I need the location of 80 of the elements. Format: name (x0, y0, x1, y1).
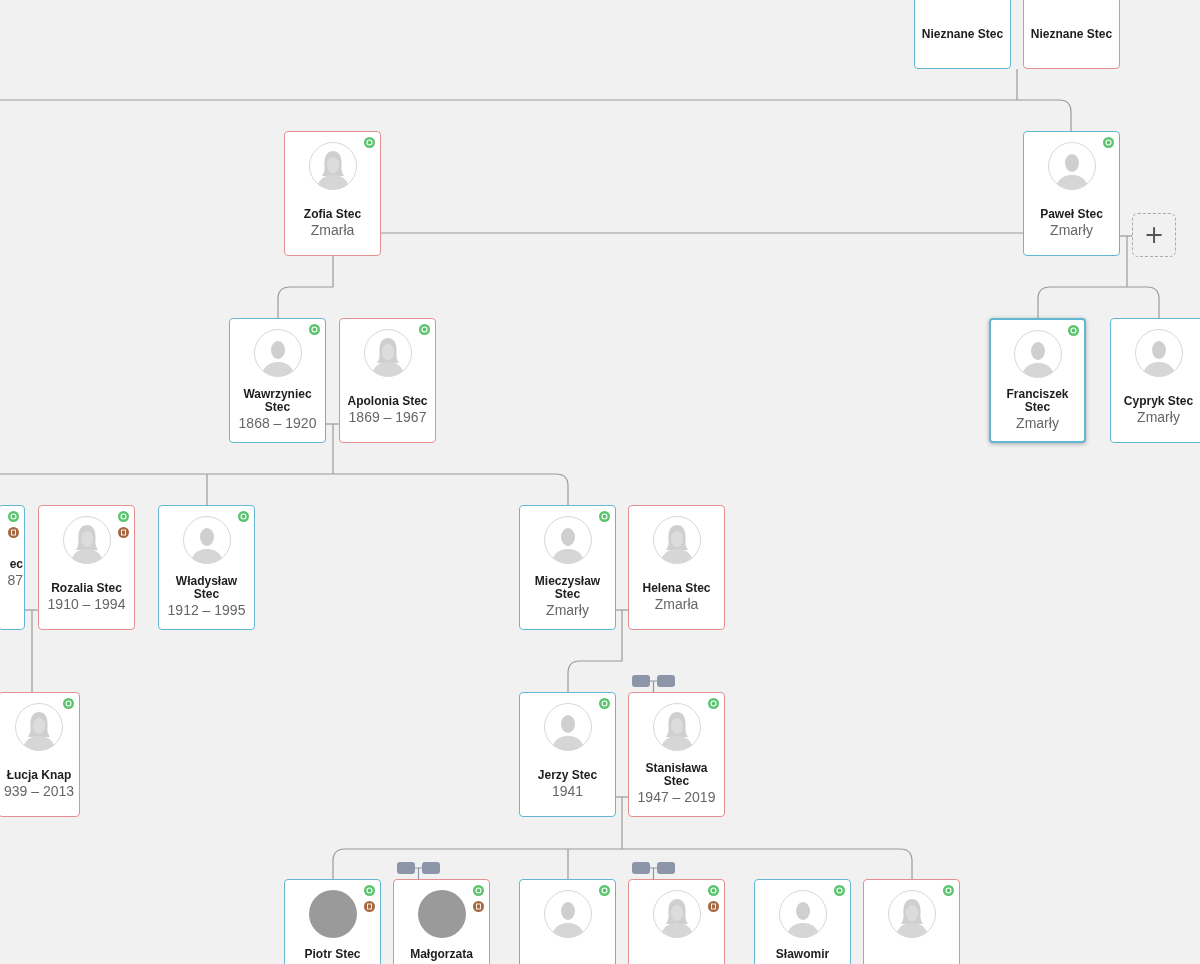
person-name: Nieznane Stec (921, 28, 1004, 41)
partner-link-icon[interactable] (397, 862, 440, 879)
sync-icon[interactable] (309, 324, 320, 335)
sync-icon[interactable] (364, 137, 375, 148)
person-card[interactable]: Apolonia Stec 1869 – 1967 (339, 318, 436, 443)
sync-icon[interactable] (599, 698, 610, 709)
connector-line (277, 255, 334, 319)
person-name: Stanisława Stec (644, 762, 709, 788)
life-dates: 87 (7, 571, 23, 588)
sync-icon[interactable] (943, 885, 954, 896)
person-name: Małgorzata (410, 948, 473, 961)
person-card[interactable]: Łucja Knap 939 – 2013 (0, 692, 80, 817)
person-name: Władysław Stec (174, 575, 239, 601)
person-name: Rozalia Stec (51, 581, 122, 595)
sync-icon[interactable] (1068, 325, 1079, 336)
life-dates: 939 – 2013 (3, 782, 75, 799)
document-icon[interactable] (364, 901, 375, 912)
person-card[interactable]: Helena Stec Zmarła (628, 505, 725, 630)
document-icon[interactable] (708, 901, 719, 912)
life-dates: Zmarła (310, 221, 355, 238)
partner-link-icon[interactable] (632, 862, 675, 879)
life-dates: 1910 – 1994 (47, 595, 126, 612)
document-icon[interactable] (118, 527, 129, 538)
person-name: Nieznane Stec (1030, 28, 1113, 41)
person-card[interactable]: Władysław Stec 1912 – 1995 (158, 505, 255, 630)
sync-icon[interactable] (63, 698, 74, 709)
life-dates: Zmarła (654, 595, 699, 612)
life-dates: 1947 – 2019 (637, 789, 716, 805)
person-name: Sławomir (775, 948, 830, 961)
person-name: ec (9, 557, 23, 571)
person-card[interactable]: Nieznane Stec (1023, 0, 1120, 69)
person-name: Mieczysław Stec (533, 575, 602, 601)
life-dates: Zmarły (1137, 408, 1180, 425)
person-card[interactable]: Stanisława Stec 1947 – 2019 (628, 692, 725, 817)
person-name: Paweł Stec (1040, 207, 1103, 221)
person-card[interactable]: Małgorzata (393, 879, 490, 964)
sync-icon[interactable] (1103, 137, 1114, 148)
life-dates: Zmarły (546, 602, 589, 618)
person-name: Cypryk Stec (1123, 394, 1194, 408)
person-card[interactable]: Zofia Stec Zmarła (284, 131, 381, 256)
person-name: Zofia Stec (303, 207, 362, 221)
person-card[interactable]: Nieznane Stec (914, 0, 1011, 69)
life-dates: Zmarły (1016, 415, 1059, 431)
sync-icon[interactable] (708, 885, 719, 896)
sync-icon[interactable] (364, 885, 375, 896)
life-dates: Zmarły (1050, 221, 1093, 238)
life-dates: 1941 (551, 782, 584, 799)
person-name: Wawrzyniec Stec (242, 388, 313, 414)
person-card[interactable]: Mieczysław Stec Zmarły (519, 505, 616, 630)
life-dates: 1912 – 1995 (167, 602, 246, 618)
person-name: Piotr Stec (304, 948, 361, 961)
person-card[interactable]: Cypryk Stec Zmarły (1110, 318, 1200, 443)
person-name: Apolonia Stec (347, 394, 428, 408)
person-card[interactable]: Piotr Stec (284, 879, 381, 964)
person-card[interactable]: Jerzy Stec 1941 (519, 692, 616, 817)
document-icon[interactable] (8, 527, 19, 538)
person-name: Franciszek Stec (1005, 388, 1070, 414)
sync-icon[interactable] (8, 511, 19, 522)
person-name: Helena Stec (642, 581, 711, 595)
sync-icon[interactable] (118, 511, 129, 522)
sync-icon[interactable] (599, 885, 610, 896)
document-icon[interactable] (473, 901, 484, 912)
person-card[interactable]: Wawrzyniec Stec 1868 – 1920 (229, 318, 326, 443)
sync-icon[interactable] (419, 324, 430, 335)
sync-icon[interactable] (599, 511, 610, 522)
partner-link-icon[interactable] (632, 675, 675, 692)
person-name: Jerzy Stec (537, 768, 598, 782)
add-person-button[interactable]: + (1132, 213, 1176, 257)
person-card[interactable]: ec 87 (0, 505, 25, 630)
sync-icon[interactable] (708, 698, 719, 709)
person-name: Łucja Knap (6, 768, 72, 782)
sync-icon[interactable] (473, 885, 484, 896)
person-card[interactable]: Sławomir (754, 879, 851, 964)
life-dates: 1868 – 1920 (238, 415, 317, 431)
sync-icon[interactable] (834, 885, 845, 896)
person-card[interactable]: Rozalia Stec 1910 – 1994 (38, 505, 135, 630)
person-card[interactable]: Paweł Stec Zmarły (1023, 131, 1120, 256)
person-card[interactable]: Franciszek Stec Zmarły (989, 318, 1086, 443)
life-dates: 1869 – 1967 (348, 408, 427, 425)
sync-icon[interactable] (238, 511, 249, 522)
